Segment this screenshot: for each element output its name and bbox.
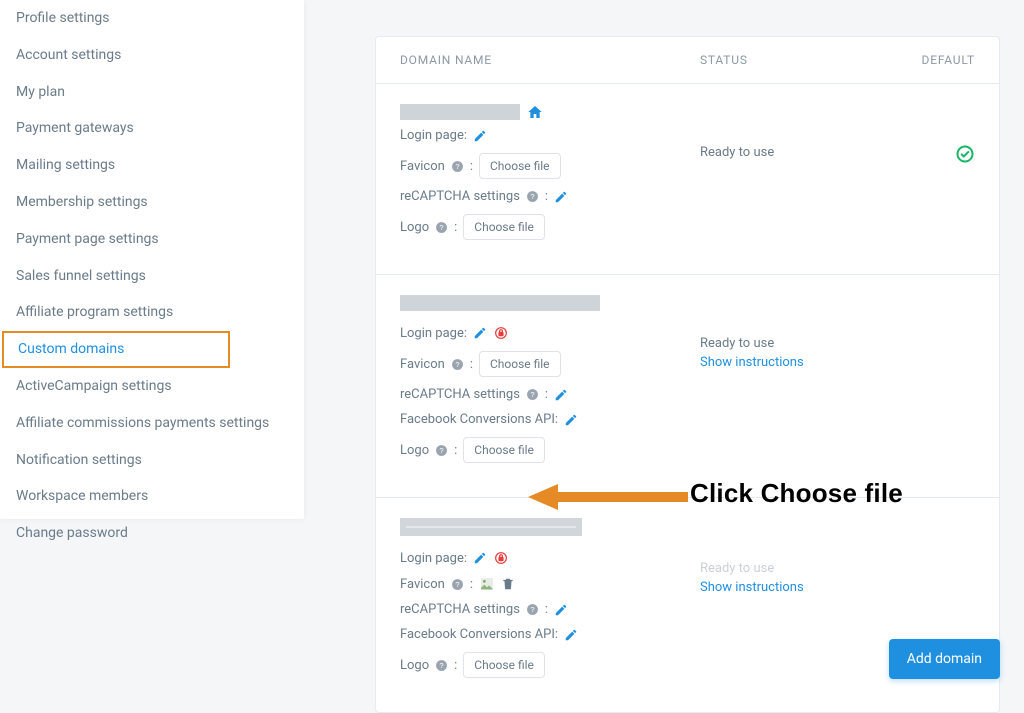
- pencil-icon[interactable]: [473, 551, 487, 565]
- pencil-icon[interactable]: [554, 388, 568, 402]
- svg-text:?: ?: [530, 390, 534, 399]
- status-text: Ready to use: [700, 336, 774, 351]
- pencil-icon[interactable]: [473, 129, 487, 143]
- sidebar-item-affiliate-program-settings[interactable]: Affiliate program settings: [0, 294, 304, 331]
- help-icon[interactable]: ?: [435, 444, 448, 457]
- fb-api-label: Facebook Conversions API:: [400, 627, 558, 642]
- svg-text:?: ?: [530, 605, 534, 614]
- help-icon[interactable]: ?: [526, 190, 539, 203]
- logo-choose-file-button[interactable]: Choose file: [463, 214, 545, 240]
- domain-name-text: [400, 295, 600, 311]
- sidebar-item-payment-page-settings[interactable]: Payment page settings: [0, 221, 304, 258]
- sidebar-item-my-plan[interactable]: My plan: [0, 74, 304, 111]
- logo-label: Logo: [400, 443, 429, 458]
- sidebar-item-custom-domains[interactable]: Custom domains: [2, 331, 230, 368]
- help-icon[interactable]: ?: [451, 160, 464, 173]
- logo-label: Logo: [400, 220, 429, 235]
- status-text: Ready to use: [700, 561, 774, 576]
- svg-text:?: ?: [440, 661, 444, 670]
- favicon-label: Favicon: [400, 577, 445, 592]
- trash-icon[interactable]: [501, 577, 515, 591]
- pencil-icon[interactable]: [564, 628, 578, 642]
- sidebar-item-workspace-members[interactable]: Workspace members: [0, 478, 304, 515]
- pencil-icon[interactable]: [473, 326, 487, 340]
- help-icon[interactable]: ?: [526, 603, 539, 616]
- sidebar-item-notification-settings[interactable]: Notification settings: [0, 442, 304, 479]
- show-instructions-link[interactable]: Show instructions: [700, 580, 895, 595]
- add-domain-button[interactable]: Add domain: [889, 639, 1000, 679]
- domain-row: Login page: Favicon ?: Choose file reCAP…: [376, 275, 999, 498]
- sidebar-item-affiliate-commissions[interactable]: Affiliate commissions payments settings: [0, 405, 304, 442]
- fb-api-label: Facebook Conversions API:: [400, 412, 558, 427]
- domain-row: Login page: Favicon ?: reCAPTCHA setting…: [376, 498, 999, 712]
- recaptcha-label: reCAPTCHA settings: [400, 387, 520, 402]
- sidebar-item-sales-funnel-settings[interactable]: Sales funnel settings: [0, 258, 304, 295]
- lock-icon: [493, 325, 509, 341]
- annotation-text: Click Choose file: [690, 478, 903, 509]
- svg-text:?: ?: [530, 192, 534, 201]
- login-page-label: Login page:: [400, 326, 467, 341]
- sidebar-item-activecampaign-settings[interactable]: ActiveCampaign settings: [0, 368, 304, 405]
- svg-text:?: ?: [455, 580, 459, 589]
- help-icon[interactable]: ?: [435, 221, 448, 234]
- domain-name-text: [400, 104, 520, 120]
- sidebar-item-mailing-settings[interactable]: Mailing settings: [0, 147, 304, 184]
- logo-label: Logo: [400, 658, 429, 673]
- sidebar-item-payment-gateways[interactable]: Payment gateways: [0, 110, 304, 147]
- favicon-thumbnail-icon: [479, 576, 495, 592]
- col-header-default: DEFAULT: [895, 53, 975, 67]
- help-icon[interactable]: ?: [435, 659, 448, 672]
- favicon-choose-file-button[interactable]: Choose file: [479, 351, 561, 377]
- help-icon[interactable]: ?: [526, 388, 539, 401]
- sidebar-item-profile-settings[interactable]: Profile settings: [0, 0, 304, 37]
- recaptcha-label: reCAPTCHA settings: [400, 189, 520, 204]
- sidebar: Profile settings Account settings My pla…: [0, 0, 304, 519]
- pencil-icon[interactable]: [554, 603, 568, 617]
- show-instructions-link[interactable]: Show instructions: [700, 355, 895, 370]
- table-header-row: DOMAIN NAME STATUS DEFAULT: [376, 37, 999, 84]
- svg-text:?: ?: [455, 360, 459, 369]
- col-header-domain-name: DOMAIN NAME: [400, 53, 700, 67]
- sidebar-item-change-password[interactable]: Change password: [0, 515, 304, 552]
- col-header-status: STATUS: [700, 53, 895, 67]
- check-circle-icon: [955, 144, 975, 164]
- favicon-choose-file-button[interactable]: Choose file: [479, 153, 561, 179]
- home-icon: [526, 104, 544, 120]
- svg-text:?: ?: [440, 446, 444, 455]
- recaptcha-label: reCAPTCHA settings: [400, 602, 520, 617]
- logo-choose-file-button[interactable]: Choose file: [463, 437, 545, 463]
- sidebar-item-membership-settings[interactable]: Membership settings: [0, 184, 304, 221]
- login-page-label: Login page:: [400, 128, 467, 143]
- sidebar-item-account-settings[interactable]: Account settings: [0, 37, 304, 74]
- favicon-label: Favicon: [400, 357, 445, 372]
- help-icon[interactable]: ?: [451, 358, 464, 371]
- logo-choose-file-button[interactable]: Choose file: [463, 652, 545, 678]
- svg-text:?: ?: [455, 162, 459, 171]
- pencil-icon[interactable]: [554, 190, 568, 204]
- help-icon[interactable]: ?: [451, 578, 464, 591]
- lock-icon: [493, 550, 509, 566]
- login-page-label: Login page:: [400, 551, 467, 566]
- main-content: DOMAIN NAME STATUS DEFAULT Login page: F…: [375, 36, 1000, 713]
- status-text: Ready to use: [700, 145, 774, 160]
- pencil-icon[interactable]: [564, 413, 578, 427]
- domains-panel: DOMAIN NAME STATUS DEFAULT Login page: F…: [375, 36, 1000, 713]
- domain-row: Login page: Favicon ?: Choose file reCAP…: [376, 84, 999, 275]
- domain-name-text: [400, 518, 582, 536]
- favicon-label: Favicon: [400, 159, 445, 174]
- svg-text:?: ?: [440, 223, 444, 232]
